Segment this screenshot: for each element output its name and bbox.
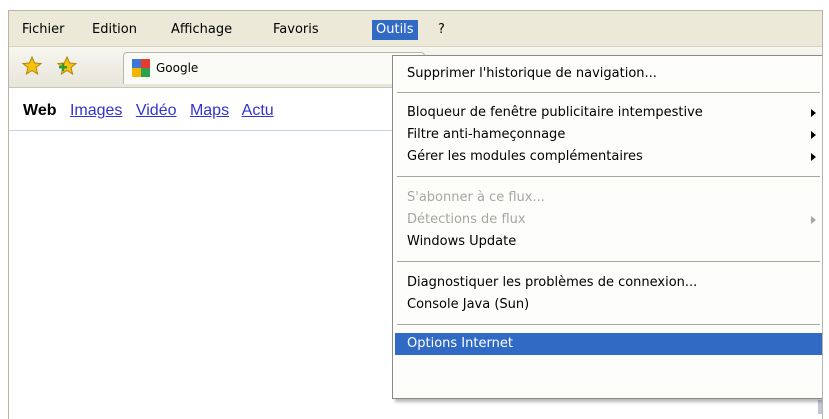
menu-edition[interactable]: Edition [88, 20, 141, 40]
menu-separator [397, 92, 820, 93]
menu-item-label: Options Internet [407, 336, 513, 351]
google-nav-maps[interactable]: Maps [190, 102, 229, 119]
browser-window: Fichier Edition Affichage Favoris Outils… [8, 10, 823, 419]
menu-item-delete-history[interactable]: Supprimer l'historique de navigation... [395, 63, 822, 85]
menu-item-label: Détections de flux [407, 212, 526, 227]
menu-separator [397, 261, 820, 262]
favorites-star-icon[interactable] [21, 55, 43, 77]
menu-outils[interactable]: Outils [372, 20, 418, 40]
menu-item-diagnose-connection[interactable]: Diagnostiquer les problèmes de connexion… [395, 272, 822, 294]
google-nav-video[interactable]: Vidéo [136, 102, 177, 119]
menu-affichage[interactable]: Affichage [167, 20, 236, 40]
menu-item-label: Console Java (Sun) [407, 297, 530, 312]
google-nav-web: Web [23, 102, 57, 119]
menu-separator [397, 324, 820, 325]
menu-bar: Fichier Edition Affichage Favoris Outils… [9, 11, 822, 47]
scrollbar-edge[interactable] [818, 400, 822, 414]
menu-item-manage-addons[interactable]: Gérer les modules complémentaires [395, 146, 822, 168]
menu-item-label: Filtre anti-hameçonnage [407, 127, 566, 142]
submenu-arrow-icon [811, 109, 816, 117]
google-nav-images[interactable]: Images [70, 102, 122, 119]
menu-item-windows-update[interactable]: Windows Update [395, 231, 822, 253]
google-nav-actu[interactable]: Actu [242, 102, 274, 119]
google-favicon-icon [132, 59, 150, 77]
menu-item-label: Diagnostiquer les problèmes de connexion… [407, 275, 698, 290]
menu-item-phishing-filter[interactable]: Filtre anti-hameçonnage [395, 124, 822, 146]
menu-item-label: Windows Update [407, 234, 517, 249]
google-nav: Web Images Vidéo Maps Actu [23, 102, 283, 120]
menu-favoris[interactable]: Favoris [269, 20, 323, 40]
add-favorite-star-icon[interactable] [56, 55, 78, 77]
menu-item-feed-discovery: Détections de flux [395, 209, 822, 231]
submenu-arrow-icon [811, 131, 816, 139]
menu-separator [397, 176, 820, 177]
browser-tab[interactable]: Google [123, 52, 425, 84]
submenu-arrow-icon [811, 153, 816, 161]
submenu-arrow-icon [811, 216, 816, 224]
menu-item-label: Bloqueur de fenêtre publicitaire intempe… [407, 105, 703, 120]
tab-title: Google [156, 61, 199, 75]
menu-item-internet-options[interactable]: Options Internet [395, 333, 822, 355]
tools-dropdown-menu: Supprimer l'historique de navigation... … [392, 55, 822, 399]
menu-item-subscribe-feed: S'abonner à ce flux... [395, 187, 822, 209]
menu-item-label: S'abonner à ce flux... [407, 190, 545, 205]
menu-item-label: Gérer les modules complémentaires [407, 149, 643, 164]
menu-help[interactable]: ? [434, 20, 449, 40]
menu-item-java-console[interactable]: Console Java (Sun) [395, 294, 822, 316]
menu-item-popup-blocker[interactable]: Bloqueur de fenêtre publicitaire intempe… [395, 102, 822, 124]
menu-fichier[interactable]: Fichier [18, 20, 69, 40]
menu-item-label: Supprimer l'historique de navigation... [407, 66, 657, 81]
